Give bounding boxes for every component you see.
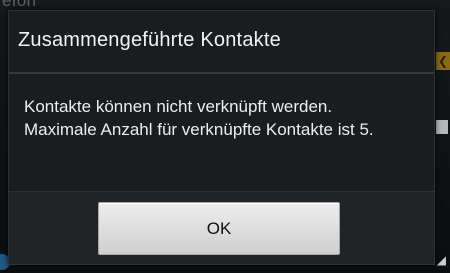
arrow-left-icon: ❮: [436, 52, 450, 70]
dialog-message: Kontakte können nicht verknüpft werden. …: [24, 97, 374, 139]
dialog-button-bar: OK: [9, 191, 434, 264]
dialog-title: Zusammengeführte Kontakte: [18, 29, 281, 51]
ok-button[interactable]: OK: [98, 202, 340, 255]
dialog-divider: [9, 72, 434, 74]
screen: efon ❮ ◢ Zusammengeführte Kontakte Konta…: [0, 0, 450, 273]
merge-contacts-dialog: Zusammengeführte Kontakte Kontakte könne…: [8, 10, 435, 265]
contact-icon: [436, 120, 448, 134]
resize-icon: ◢: [436, 253, 446, 267]
